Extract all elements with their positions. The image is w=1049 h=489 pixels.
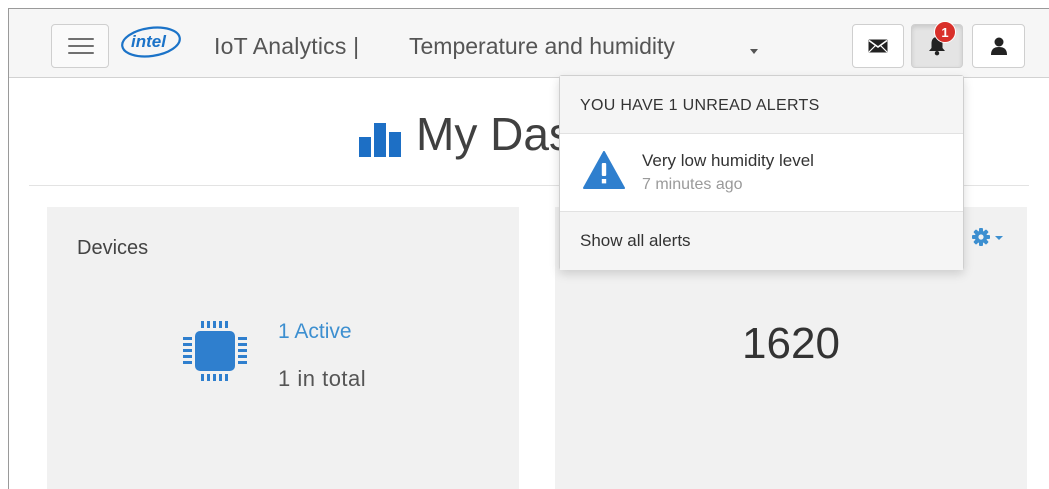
gear-icon bbox=[972, 228, 1003, 246]
chip-icon bbox=[183, 321, 247, 381]
card-settings-button[interactable] bbox=[971, 227, 1005, 252]
chevron-down-icon bbox=[995, 236, 1003, 240]
app-window: intel IoT Analytics | Temperature and hu… bbox=[8, 8, 1049, 489]
active-devices-link[interactable]: 1 Active bbox=[278, 320, 352, 344]
messages-button[interactable] bbox=[852, 24, 904, 68]
intel-logo[interactable]: intel bbox=[119, 24, 183, 58]
devices-card-title: Devices bbox=[77, 237, 149, 259]
menu-toggle-button[interactable] bbox=[51, 24, 109, 68]
count-value: 1620 bbox=[742, 319, 840, 368]
alerts-button[interactable]: 1 bbox=[911, 21, 963, 68]
alert-item[interactable]: Very low humidity level 7 minutes ago bbox=[560, 134, 963, 212]
hamburger-icon bbox=[68, 38, 94, 40]
user-icon bbox=[990, 37, 1007, 55]
notification-badge: 1 bbox=[934, 21, 956, 43]
logo-text: intel bbox=[131, 32, 167, 51]
alerts-dropdown-header: YOU HAVE 1 UNREAD ALERTS bbox=[560, 76, 963, 134]
project-selector[interactable]: Temperature and humidity bbox=[409, 33, 675, 60]
total-devices-text: 1 in total bbox=[278, 366, 367, 391]
warning-icon bbox=[583, 151, 625, 189]
devices-card: Devices 1 Active 1 in total bbox=[47, 207, 519, 489]
alerts-dropdown: YOU HAVE 1 UNREAD ALERTS Very low humidi… bbox=[559, 75, 964, 270]
envelope-icon bbox=[868, 39, 888, 53]
top-navbar: intel IoT Analytics | Temperature and hu… bbox=[9, 9, 1049, 78]
chevron-down-icon[interactable] bbox=[750, 49, 758, 54]
bar-chart-icon bbox=[359, 123, 401, 157]
alert-message: Very low humidity level bbox=[642, 151, 814, 170]
app-title: IoT Analytics | bbox=[214, 33, 360, 59]
user-menu-button[interactable] bbox=[972, 24, 1025, 68]
show-all-alerts-link[interactable]: Show all alerts bbox=[560, 212, 963, 270]
alert-timestamp: 7 minutes ago bbox=[642, 176, 743, 193]
